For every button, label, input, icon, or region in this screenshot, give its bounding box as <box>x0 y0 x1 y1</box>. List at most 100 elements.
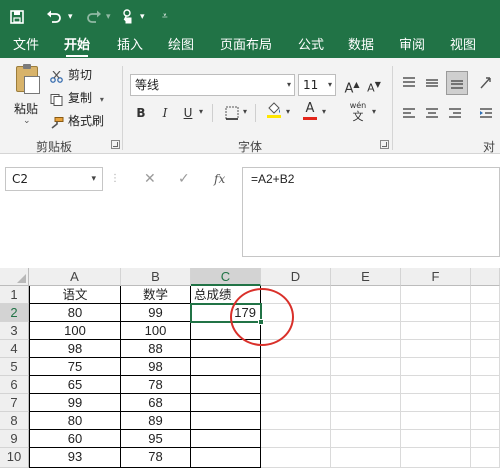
column-header-g[interactable] <box>471 268 500 286</box>
tab-data[interactable]: 数据 <box>348 34 374 58</box>
borders-dropdown-icon[interactable]: ▾ <box>243 107 247 116</box>
cell-a9[interactable]: 60 <box>29 430 121 448</box>
cell-d9[interactable] <box>261 430 331 448</box>
touch-mode-icon[interactable] <box>120 7 138 27</box>
cell-a5[interactable]: 75 <box>29 358 121 376</box>
fill-color-dropdown-icon[interactable]: ▾ <box>286 107 290 116</box>
cell-g9[interactable] <box>471 430 500 448</box>
column-header-c[interactable]: C <box>191 268 261 286</box>
cell-c5[interactable] <box>191 358 261 376</box>
cell-f4[interactable] <box>401 340 471 358</box>
cell-b5[interactable]: 98 <box>121 358 191 376</box>
column-header-a[interactable]: A <box>29 268 121 286</box>
cell-e6[interactable] <box>331 376 401 394</box>
cell-g10[interactable] <box>471 448 500 468</box>
cell-e5[interactable] <box>331 358 401 376</box>
cell-d5[interactable] <box>261 358 331 376</box>
cell-f3[interactable] <box>401 322 471 340</box>
cell-e1[interactable] <box>331 286 401 304</box>
cell-e7[interactable] <box>331 394 401 412</box>
cut-button[interactable]: 剪切 <box>50 66 92 84</box>
align-left-button[interactable] <box>400 103 418 123</box>
cell-g6[interactable] <box>471 376 500 394</box>
shrink-font-button[interactable]: A▼ <box>366 75 382 95</box>
cell-e10[interactable] <box>331 448 401 468</box>
cell-f5[interactable] <box>401 358 471 376</box>
cell-a1[interactable]: 语文 <box>29 286 121 304</box>
column-header-f[interactable]: F <box>401 268 471 286</box>
cell-b3[interactable]: 100 <box>121 322 191 340</box>
redo-icon[interactable] <box>84 7 104 27</box>
font-color-button[interactable]: A <box>302 101 318 121</box>
cell-a4[interactable]: 98 <box>29 340 121 358</box>
cell-g5[interactable] <box>471 358 500 376</box>
save-icon[interactable] <box>8 7 26 27</box>
insert-function-icon[interactable]: fx <box>214 167 225 191</box>
cell-b8[interactable]: 89 <box>121 412 191 430</box>
font-dialog-launcher-icon[interactable] <box>380 140 389 149</box>
copy-dropdown-icon[interactable]: ▾ <box>100 95 104 104</box>
align-top-button[interactable] <box>400 73 418 93</box>
cell-c10[interactable] <box>191 448 261 468</box>
tab-file[interactable]: 文件 <box>13 34 39 58</box>
tab-draw[interactable]: 绘图 <box>168 34 194 58</box>
cell-f8[interactable] <box>401 412 471 430</box>
cell-d8[interactable] <box>261 412 331 430</box>
cell-d10[interactable] <box>261 448 331 468</box>
cell-f2[interactable] <box>401 304 471 322</box>
row-header[interactable]: 6 <box>0 376 29 394</box>
undo-dropdown-icon[interactable]: ▾ <box>68 8 73 26</box>
cell-c8[interactable] <box>191 412 261 430</box>
cell-a3[interactable]: 100 <box>29 322 121 340</box>
touch-dropdown-icon[interactable]: ▾ <box>140 8 145 26</box>
column-header-b[interactable]: B <box>121 268 191 286</box>
font-size-dropdown[interactable]: 11 ▾ <box>298 74 336 96</box>
cell-b2[interactable]: 99 <box>121 304 191 322</box>
fill-color-button[interactable] <box>265 101 283 121</box>
cell-g7[interactable] <box>471 394 500 412</box>
row-header[interactable]: 10 <box>0 448 29 468</box>
tab-insert[interactable]: 插入 <box>117 34 143 58</box>
cell-g4[interactable] <box>471 340 500 358</box>
cell-b10[interactable]: 78 <box>121 448 191 468</box>
cell-c9[interactable] <box>191 430 261 448</box>
row-header[interactable]: 3 <box>0 322 29 340</box>
cell-g1[interactable] <box>471 286 500 304</box>
cell-g2[interactable] <box>471 304 500 322</box>
format-painter-button[interactable]: 格式刷 <box>50 112 104 130</box>
orientation-button[interactable] <box>476 73 496 93</box>
formula-input[interactable]: =A2+B2 <box>242 167 500 257</box>
select-all-button[interactable] <box>0 268 29 286</box>
cell-a7[interactable]: 99 <box>29 394 121 412</box>
cell-b1[interactable]: 数学 <box>121 286 191 304</box>
cancel-icon[interactable]: ✕ <box>144 167 156 191</box>
enter-icon[interactable]: ✓ <box>178 167 190 191</box>
undo-icon[interactable] <box>44 7 64 27</box>
cell-e2[interactable] <box>331 304 401 322</box>
bold-button[interactable]: B <box>134 103 148 123</box>
cell-g3[interactable] <box>471 322 500 340</box>
cell-f7[interactable] <box>401 394 471 412</box>
phonetic-dropdown-icon[interactable]: ▾ <box>372 107 376 116</box>
cell-f6[interactable] <box>401 376 471 394</box>
cell-c6[interactable] <box>191 376 261 394</box>
chevron-down-icon[interactable]: ▾ <box>91 168 96 190</box>
phonetic-button[interactable]: wén 文 <box>346 100 370 122</box>
cell-d6[interactable] <box>261 376 331 394</box>
cell-a10[interactable]: 93 <box>29 448 121 468</box>
italic-button[interactable]: I <box>158 103 172 123</box>
align-middle-button[interactable] <box>423 73 441 93</box>
cell-b6[interactable]: 78 <box>121 376 191 394</box>
cell-d7[interactable] <box>261 394 331 412</box>
cell-a8[interactable]: 80 <box>29 412 121 430</box>
cell-e3[interactable] <box>331 322 401 340</box>
align-center-button[interactable] <box>423 103 441 123</box>
cell-a2[interactable]: 80 <box>29 304 121 322</box>
column-header-e[interactable]: E <box>331 268 401 286</box>
cell-e8[interactable] <box>331 412 401 430</box>
borders-button[interactable] <box>224 103 240 123</box>
cell-b4[interactable]: 88 <box>121 340 191 358</box>
column-header-d[interactable]: D <box>261 268 331 286</box>
grow-font-button[interactable]: A▲ <box>344 75 360 96</box>
row-header[interactable]: 5 <box>0 358 29 376</box>
